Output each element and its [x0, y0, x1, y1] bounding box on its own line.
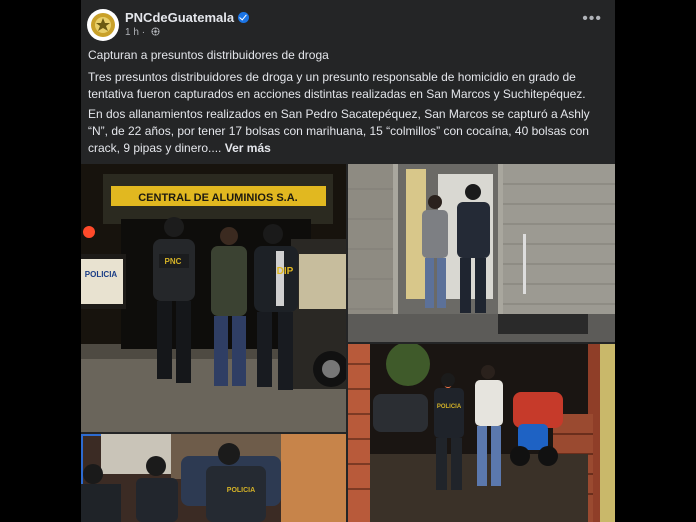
vest-text-photo-3: POLICIA — [437, 404, 462, 410]
photo-2[interactable] — [348, 164, 615, 342]
sign-text: CENTRAL DE ALUMINIOS S.A. — [138, 192, 298, 204]
post-card: PNCdeGuatemala 1 h · ••• Capturan a pres… — [81, 0, 615, 522]
post-time[interactable]: 1 h — [125, 27, 139, 38]
post-header: PNCdeGuatemala 1 h · ••• — [81, 0, 615, 44]
post-paragraph-1: Tres presuntos distribuidores de droga y… — [88, 70, 586, 101]
post-headline: Capturan a presuntos distribuidores de d… — [88, 48, 329, 62]
post-meta: 1 h · — [125, 27, 160, 38]
page-name[interactable]: PNCdeGuatemala — [125, 10, 250, 25]
car-door-text: POLICIA — [85, 270, 118, 279]
photo-1[interactable]: CENTRAL DE ALUMINIOS S.A. POLICIA PNC DI… — [81, 164, 346, 432]
post-paragraph-2-text: En dos allanamientos realizados en San P… — [88, 107, 590, 155]
more-options-icon[interactable]: ••• — [582, 10, 602, 28]
meta-separator: · — [141, 27, 146, 38]
photo-3[interactable]: POLICIA — [348, 344, 615, 522]
page-name-text[interactable]: PNCdeGuatemala — [125, 10, 234, 25]
page-avatar[interactable] — [87, 9, 119, 41]
vest-text-photo-4: POLICIA — [227, 487, 255, 494]
verified-badge-icon — [238, 12, 250, 23]
vest-right-text: DIP — [277, 266, 294, 277]
post-paragraph-2: En dos allanamientos realizados en San P… — [88, 106, 608, 157]
globe-icon — [151, 27, 160, 36]
photo-4[interactable]: POLICIA — [81, 434, 346, 522]
vest-left-text: PNC — [165, 257, 182, 266]
see-more-link[interactable]: Ver más — [225, 141, 271, 155]
